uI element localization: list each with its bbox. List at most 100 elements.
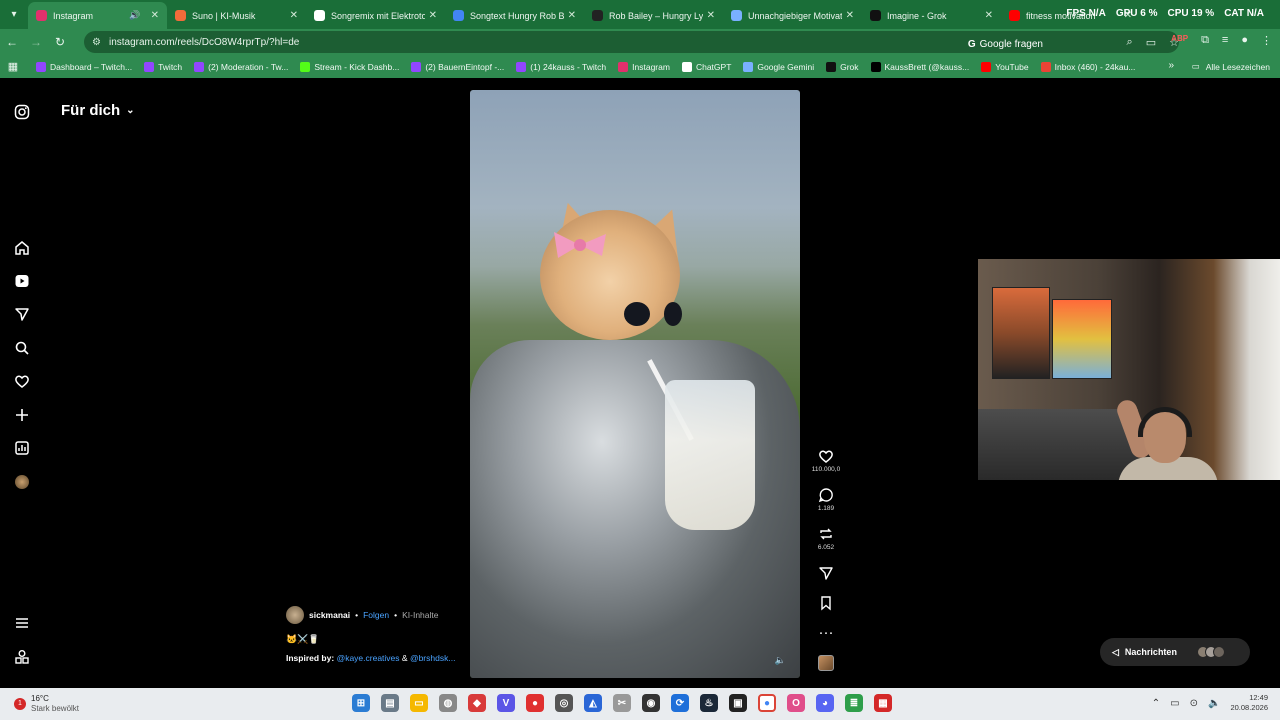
send-icon[interactable]: [12, 304, 32, 324]
follow-button[interactable]: Folgen: [363, 610, 389, 620]
tab-close-icon[interactable]: ✕: [290, 10, 298, 21]
browser-menu-icon[interactable]: ⋮: [1261, 34, 1272, 47]
bookmark-item[interactable]: KaussBrett (@kauss...: [870, 61, 969, 72]
bookmark-item[interactable]: ChatGPT: [681, 61, 731, 72]
weather-widget[interactable]: 1 16°C Stark bewölkt: [14, 694, 79, 714]
heart-icon[interactable]: [12, 371, 32, 391]
profile-avatar[interactable]: [12, 472, 32, 492]
more-options-button[interactable]: ···: [810, 625, 842, 641]
inspired-user-link[interactable]: @kaye.creatives: [337, 653, 400, 663]
home-icon[interactable]: [12, 238, 32, 258]
browser-tab[interactable]: Suno | KI-Musik ✕: [167, 2, 306, 29]
ai-content-label[interactable]: KI-Inhalte: [402, 610, 438, 620]
forward-button[interactable]: →: [24, 35, 48, 49]
volume-icon[interactable]: 🔈: [1208, 698, 1220, 709]
tab-close-icon[interactable]: ✕: [151, 10, 159, 21]
tray-expand-icon[interactable]: ⌃: [1152, 698, 1160, 709]
messages-button[interactable]: ◁ Nachrichten: [1100, 638, 1250, 666]
create-icon[interactable]: [12, 405, 32, 425]
audio-button[interactable]: [810, 655, 842, 671]
media-control-icon[interactable]: ≡: [1222, 34, 1228, 47]
repost-button[interactable]: 6.052: [810, 526, 842, 551]
reel-video[interactable]: 🔈: [470, 90, 800, 678]
instagram-icon[interactable]: [12, 102, 32, 122]
reels-icon[interactable]: [12, 271, 32, 291]
tab-close-icon[interactable]: ✕: [846, 10, 854, 21]
back-button[interactable]: ←: [0, 35, 24, 49]
bookmark-item[interactable]: Stream - Kick Dashb...: [300, 61, 399, 72]
vegas-icon[interactable]: V: [497, 694, 515, 712]
widgets-icon[interactable]: ▤: [381, 694, 399, 712]
dashboard-icon[interactable]: [12, 438, 32, 458]
browser-tab[interactable]: Imagine - Grok ✕: [862, 2, 1001, 29]
zoom-icon[interactable]: ⌕: [1127, 36, 1133, 49]
app-icon-blue[interactable]: ◭: [584, 694, 602, 712]
app-icon-stack[interactable]: ≣: [845, 694, 863, 712]
more-apps-icon[interactable]: [12, 647, 32, 667]
bookmark-item[interactable]: Twitch: [144, 61, 182, 72]
apps-grid-icon[interactable]: ▦: [0, 60, 26, 73]
app-icon-blue2[interactable]: ⟳: [671, 694, 689, 712]
bookmark-item[interactable]: (2) Moderation - Tw...: [194, 61, 288, 72]
clock[interactable]: 12:49 20.08.2026: [1230, 693, 1268, 713]
browser-tab[interactable]: Instagram 🔊 ✕: [28, 2, 167, 29]
comment-button[interactable]: 1.189: [810, 487, 842, 512]
obs-icon[interactable]: ◉: [642, 694, 660, 712]
tab-close-icon[interactable]: ✕: [568, 10, 576, 21]
site-info-icon[interactable]: ⚙: [92, 37, 101, 48]
browser-tab[interactable]: Songremix mit Elektrotou ✕: [306, 2, 445, 29]
mouse-app-icon[interactable]: ◍: [439, 694, 457, 712]
bookmark-item[interactable]: Dashboard – Twitch...: [36, 61, 132, 72]
reload-button[interactable]: ↻: [48, 35, 72, 49]
menu-icon[interactable]: [12, 613, 32, 633]
tab-audio-icon[interactable]: 🔊: [129, 10, 140, 21]
app-icon-ring[interactable]: ◎: [555, 694, 573, 712]
bookmark-item[interactable]: Instagram: [618, 61, 670, 72]
all-bookmarks-button[interactable]: ▭ Alle Lesezeichen: [1192, 61, 1270, 72]
snipping-icon[interactable]: ✂: [613, 694, 631, 712]
more-bookmarks-icon[interactable]: »: [1168, 60, 1174, 71]
adblock-extension-icon[interactable]: ABP: [1171, 34, 1188, 47]
like-button[interactable]: 110.000,0: [810, 448, 842, 473]
inspired-user-link[interactable]: @brshdsk...: [410, 653, 455, 663]
discord-icon[interactable]: ◕: [816, 694, 834, 712]
search-icon[interactable]: [12, 338, 32, 358]
app-icon-dark[interactable]: ▣: [729, 694, 747, 712]
browser-tab[interactable]: Songtext Hungry Rob Bai ✕: [445, 2, 584, 29]
opera-icon[interactable]: O: [787, 694, 805, 712]
recorder-icon[interactable]: ●: [526, 694, 544, 712]
save-button[interactable]: [810, 595, 842, 611]
app-icon-red[interactable]: ◆: [468, 694, 486, 712]
url-text[interactable]: instagram.com/reels/DcO8W4rprTp/?hl=de: [109, 37, 299, 48]
share-button[interactable]: [810, 565, 842, 581]
app-icon-red2[interactable]: ▦: [874, 694, 892, 712]
speaker-icon[interactable]: 🔈: [775, 655, 786, 666]
bookmark-item[interactable]: Grok: [826, 61, 859, 72]
bookmark-item[interactable]: Google Gemini: [743, 61, 814, 72]
browser-tab[interactable]: Rob Bailey – Hungry Lyric ✕: [584, 2, 723, 29]
feed-selector[interactable]: Für dich ⌄: [61, 102, 135, 119]
tab-title: Instagram: [53, 10, 94, 21]
bookmark-item[interactable]: (1) 24kauss - Twitch: [516, 61, 606, 72]
author-avatar[interactable]: [286, 606, 304, 624]
tab-close-icon[interactable]: ✕: [707, 10, 715, 21]
tab-search-icon[interactable]: ▾: [0, 0, 28, 29]
profile-avatar-icon[interactable]: ●: [1241, 34, 1248, 47]
steam-icon[interactable]: ♨: [700, 694, 718, 712]
extensions-icon[interactable]: ⧉: [1201, 34, 1209, 47]
install-icon[interactable]: ▭: [1146, 36, 1156, 49]
address-bar[interactable]: ⚙ instagram.com/reels/DcO8W4rprTp/?hl=de…: [84, 31, 1179, 53]
bookmark-item[interactable]: (2) BauernEintopf -...: [411, 61, 504, 72]
browser-tab[interactable]: Unnachgiebiger Motivati ✕: [723, 2, 862, 29]
author-username[interactable]: sickmanai: [309, 610, 350, 620]
bookmark-item[interactable]: YouTube: [981, 61, 1029, 72]
chrome-icon[interactable]: ●: [758, 694, 776, 712]
bookmark-item[interactable]: Inbox (460) - 24kau...: [1040, 61, 1135, 72]
display-icon[interactable]: ▭: [1170, 698, 1179, 709]
tab-close-icon[interactable]: ✕: [429, 10, 437, 21]
ask-google-button[interactable]: G Google fragen: [962, 34, 1049, 54]
start-icon[interactable]: ⊞: [352, 694, 370, 712]
tab-close-icon[interactable]: ✕: [985, 10, 993, 21]
file-explorer-icon[interactable]: ▭: [410, 694, 428, 712]
network-icon[interactable]: ⊙: [1190, 698, 1198, 709]
